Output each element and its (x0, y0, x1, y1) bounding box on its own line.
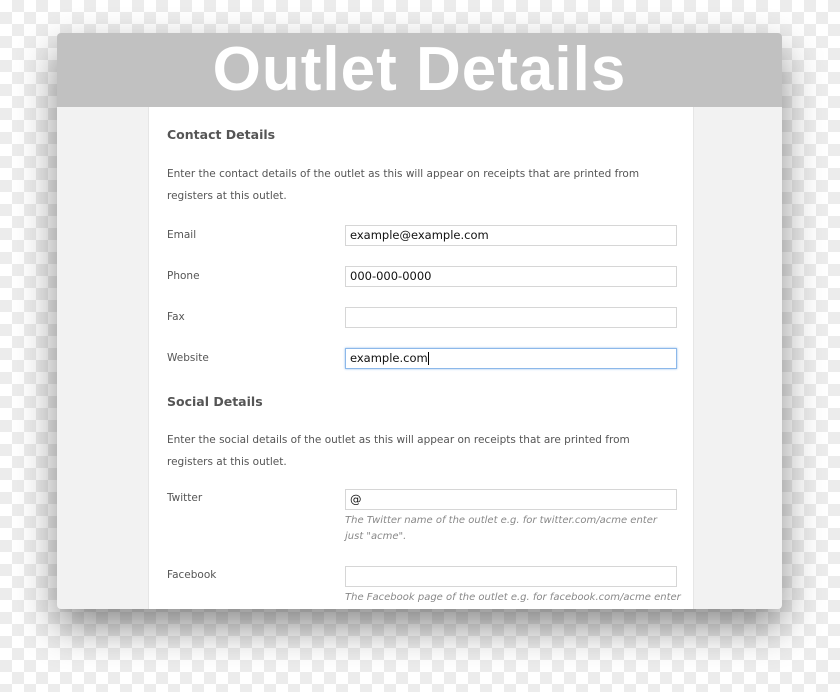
window-title: Outlet Details (212, 35, 627, 104)
facebook-label: Facebook (167, 569, 217, 581)
website-field[interactable]: example.com (345, 348, 677, 369)
fax-field[interactable] (345, 307, 677, 328)
form-panel: Contact Details Enter the contact detail… (148, 107, 694, 609)
phone-label: Phone (167, 270, 200, 282)
social-details-description: Enter the social details of the outlet a… (167, 434, 630, 468)
email-label: Email (167, 229, 197, 241)
window-header: Outlet Details (57, 33, 782, 107)
twitter-label: Twitter (167, 492, 203, 504)
contact-details-description: Enter the contact details of the outlet … (167, 168, 640, 202)
twitter-hint: The Twitter name of the outlet e.g. for … (345, 515, 657, 542)
twitter-field[interactable]: @ (345, 489, 677, 510)
website-value: example.com (350, 351, 428, 365)
email-field[interactable]: example@example.com (345, 225, 677, 246)
facebook-field[interactable] (345, 566, 677, 587)
social-details-heading: Social Details (167, 394, 263, 409)
outlet-details-window: Outlet Details Contact Details Enter the… (57, 33, 782, 609)
facebook-hint: The Facebook page of the outlet e.g. for… (345, 592, 681, 603)
website-label: Website (167, 352, 209, 364)
contact-details-heading: Contact Details (167, 127, 276, 142)
phone-field[interactable]: 000-000-0000 (345, 266, 677, 287)
fax-label: Fax (167, 311, 185, 323)
text-caret (427, 352, 429, 365)
